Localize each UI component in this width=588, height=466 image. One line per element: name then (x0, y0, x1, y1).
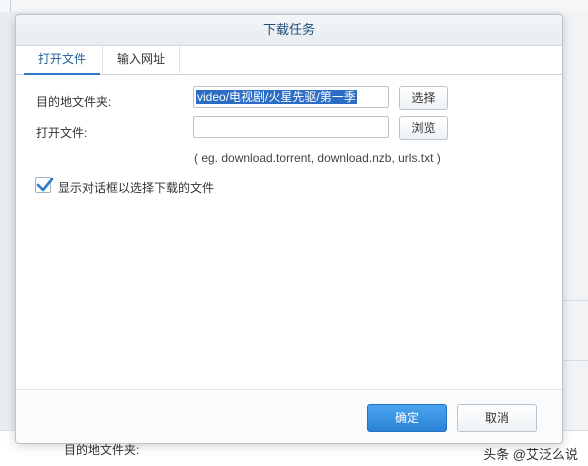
dialog-footer: 确定 取消 (16, 389, 562, 443)
dialog-title: 下载任务 (16, 15, 562, 46)
open-file-field[interactable] (193, 116, 389, 138)
open-file-label: 打开文件: (36, 126, 88, 140)
select-folder-button[interactable]: 选择 (399, 86, 448, 110)
background-side-panel (562, 12, 588, 430)
ok-button[interactable]: 确定 (367, 404, 447, 432)
background-divider (562, 360, 588, 361)
show-dialog-checkbox[interactable] (35, 177, 54, 193)
destination-folder-label: 目的地文件夹: (36, 95, 112, 109)
tab-bar: 打开文件 输入网址 (16, 46, 562, 75)
background-top-bar (0, 0, 588, 12)
tab-enter-url[interactable]: 输入网址 (102, 46, 181, 73)
background-divider (562, 300, 588, 301)
destination-folder-value: video/电视剧/火星先驱/第一季 (196, 90, 357, 104)
file-type-hint: ( eg. download.torrent, download.nzb, ur… (194, 151, 441, 165)
background-divider (10, 0, 11, 12)
cancel-button[interactable]: 取消 (457, 404, 537, 432)
download-task-dialog: 下载任务 打开文件 输入网址 目的地文件夹: video/电视剧/火星先驱/第一… (15, 14, 563, 444)
watermark: 头条 @艾泛么说 (483, 447, 578, 462)
destination-folder-field[interactable]: video/电视剧/火星先驱/第一季 (193, 86, 389, 108)
checkmark-icon (36, 177, 54, 192)
browse-button[interactable]: 浏览 (399, 116, 448, 140)
tab-open-file[interactable]: 打开文件 (24, 46, 101, 75)
show-dialog-checkbox-label: 显示对话框以选择下载的文件 (58, 181, 215, 195)
